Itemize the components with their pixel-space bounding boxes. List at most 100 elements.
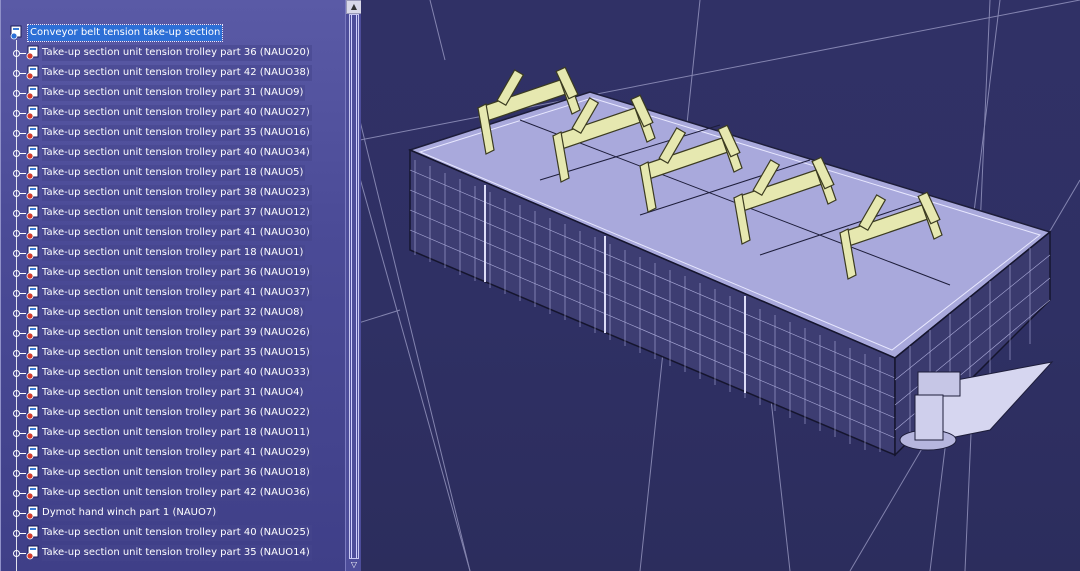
tree-node-label[interactable]: Dymot hand winch part 1 (NAUO7) xyxy=(42,505,219,521)
tree-node-label[interactable]: Take-up section unit tension trolley par… xyxy=(42,285,312,301)
tree-node[interactable]: Take-up section unit tension trolley par… xyxy=(0,463,345,483)
tree-node[interactable]: Take-up section unit tension trolley par… xyxy=(0,303,345,323)
part-icon xyxy=(26,345,40,360)
tree-node-label[interactable]: Take-up section unit tension trolley par… xyxy=(42,265,312,281)
tree-node[interactable]: Take-up section unit tension trolley par… xyxy=(0,203,345,223)
tree-node[interactable]: Take-up section unit tension trolley par… xyxy=(0,383,345,403)
tree-root-label[interactable]: Conveyor belt tension take-up section xyxy=(26,24,224,42)
tree-node[interactable]: Take-up section unit tension trolley par… xyxy=(0,523,345,543)
expand-node-icon[interactable] xyxy=(13,470,26,477)
tree-node[interactable]: Take-up section unit tension trolley par… xyxy=(0,43,345,63)
tree-scrollbar[interactable]: ▲ ▽ xyxy=(345,0,361,571)
tree-node-label[interactable]: Take-up section unit tension trolley par… xyxy=(42,45,312,61)
expand-node-icon[interactable] xyxy=(13,450,26,457)
part-icon xyxy=(26,545,40,560)
expand-node-icon[interactable] xyxy=(13,70,26,77)
expand-node-icon[interactable] xyxy=(13,350,26,357)
expand-node-icon[interactable] xyxy=(13,530,26,537)
tree-node[interactable]: Take-up section unit tension trolley par… xyxy=(0,123,345,143)
tree-node-label[interactable]: Take-up section unit tension trolley par… xyxy=(42,305,306,321)
expand-node-icon[interactable] xyxy=(13,410,26,417)
product-assembly-icon xyxy=(10,25,24,40)
tree-node-label[interactable]: Take-up section unit tension trolley par… xyxy=(42,385,306,401)
expand-node-icon[interactable] xyxy=(13,390,26,397)
tree-node-label[interactable]: Take-up section unit tension trolley par… xyxy=(42,365,312,381)
tree-node[interactable]: Take-up section unit tension trolley par… xyxy=(0,103,345,123)
tree-node[interactable]: Take-up section unit tension trolley par… xyxy=(0,363,345,383)
tree-node-label[interactable]: Take-up section unit tension trolley par… xyxy=(42,345,312,361)
part-icon xyxy=(26,425,40,440)
expand-node-icon[interactable] xyxy=(13,290,26,297)
scroll-down-button[interactable]: ▽ xyxy=(346,559,361,571)
tree-root-node[interactable]: Conveyor belt tension take-up section xyxy=(0,23,345,43)
tree-node-label[interactable]: Take-up section unit tension trolley par… xyxy=(42,405,312,421)
expand-node-icon[interactable] xyxy=(13,310,26,317)
tree-node-label[interactable]: Take-up section unit tension trolley par… xyxy=(42,485,312,501)
tree-node[interactable]: Take-up section unit tension trolley par… xyxy=(0,163,345,183)
tree-node-label[interactable]: Take-up section unit tension trolley par… xyxy=(42,525,312,541)
expand-node-icon[interactable] xyxy=(13,150,26,157)
expand-node-icon[interactable] xyxy=(13,430,26,437)
part-icon xyxy=(26,385,40,400)
tree-node[interactable]: Take-up section unit tension trolley par… xyxy=(0,263,345,283)
expand-node-icon[interactable] xyxy=(13,170,26,177)
part-icon xyxy=(26,465,40,480)
specification-tree[interactable]: Conveyor belt tension take-up section Ta… xyxy=(0,0,361,571)
tree-node[interactable]: Take-up section unit tension trolley par… xyxy=(0,283,345,303)
expand-node-icon[interactable] xyxy=(13,270,26,277)
tree-node-label[interactable]: Take-up section unit tension trolley par… xyxy=(42,465,312,481)
scroll-thumb[interactable] xyxy=(349,14,359,559)
part-icon xyxy=(26,265,40,280)
expand-node-icon[interactable] xyxy=(13,190,26,197)
tree-node[interactable]: Take-up section unit tension trolley par… xyxy=(0,423,345,443)
tree-node[interactable]: Take-up section unit tension trolley par… xyxy=(0,543,345,563)
expand-node-icon[interactable] xyxy=(13,370,26,377)
tree-node-label[interactable]: Take-up section unit tension trolley par… xyxy=(42,105,312,121)
tree-node-label[interactable]: Take-up section unit tension trolley par… xyxy=(42,185,312,201)
tree-node-label[interactable]: Take-up section unit tension trolley par… xyxy=(42,245,306,261)
scroll-up-button[interactable]: ▲ xyxy=(346,0,361,14)
tree-node[interactable]: Take-up section unit tension trolley par… xyxy=(0,143,345,163)
tree-node-label[interactable]: Take-up section unit tension trolley par… xyxy=(42,325,312,341)
tree-node[interactable]: Take-up section unit tension trolley par… xyxy=(0,443,345,463)
tree-node[interactable]: Take-up section unit tension trolley par… xyxy=(0,223,345,243)
tree-node-label[interactable]: Take-up section unit tension trolley par… xyxy=(42,425,312,441)
expand-node-icon[interactable] xyxy=(13,50,26,57)
tree-node-label[interactable]: Take-up section unit tension trolley par… xyxy=(42,445,312,461)
part-icon xyxy=(26,105,40,120)
tree-node[interactable]: Take-up section unit tension trolley par… xyxy=(0,63,345,83)
tree-list[interactable]: Conveyor belt tension take-up section Ta… xyxy=(0,0,345,571)
tree-node-label[interactable]: Take-up section unit tension trolley par… xyxy=(42,545,312,561)
expand-node-icon[interactable] xyxy=(13,130,26,137)
expand-node-icon[interactable] xyxy=(13,230,26,237)
tree-node-label[interactable]: Take-up section unit tension trolley par… xyxy=(42,65,312,81)
tree-node-label[interactable]: Take-up section unit tension trolley par… xyxy=(42,145,312,161)
part-icon xyxy=(26,405,40,420)
tree-node-label[interactable]: Take-up section unit tension trolley par… xyxy=(42,85,306,101)
tree-node-label[interactable]: Take-up section unit tension trolley par… xyxy=(42,125,312,141)
tree-node[interactable]: Take-up section unit tension trolley par… xyxy=(0,403,345,423)
expand-node-icon[interactable] xyxy=(13,510,26,517)
expand-node-icon[interactable] xyxy=(13,250,26,257)
tree-node-label[interactable]: Take-up section unit tension trolley par… xyxy=(42,165,306,181)
part-icon xyxy=(26,485,40,500)
expand-node-icon[interactable] xyxy=(13,90,26,97)
tree-node[interactable]: Take-up section unit tension trolley par… xyxy=(0,323,345,343)
part-icon xyxy=(26,445,40,460)
expand-node-icon[interactable] xyxy=(13,490,26,497)
tree-node-label[interactable]: Take-up section unit tension trolley par… xyxy=(42,205,312,221)
expand-node-icon[interactable] xyxy=(13,330,26,337)
expand-node-icon[interactable] xyxy=(13,210,26,217)
tree-node[interactable]: Take-up section unit tension trolley par… xyxy=(0,243,345,263)
part-icon xyxy=(26,45,40,60)
tree-node-label[interactable]: Take-up section unit tension trolley par… xyxy=(42,225,312,241)
tree-node[interactable]: Take-up section unit tension trolley par… xyxy=(0,343,345,363)
part-icon xyxy=(26,185,40,200)
part-icon xyxy=(26,305,40,320)
tree-node[interactable]: Dymot hand winch part 1 (NAUO7) xyxy=(0,503,345,523)
tree-node[interactable]: Take-up section unit tension trolley par… xyxy=(0,183,345,203)
expand-node-icon[interactable] xyxy=(13,550,26,557)
tree-node[interactable]: Take-up section unit tension trolley par… xyxy=(0,483,345,503)
tree-node[interactable]: Take-up section unit tension trolley par… xyxy=(0,83,345,103)
expand-node-icon[interactable] xyxy=(13,110,26,117)
